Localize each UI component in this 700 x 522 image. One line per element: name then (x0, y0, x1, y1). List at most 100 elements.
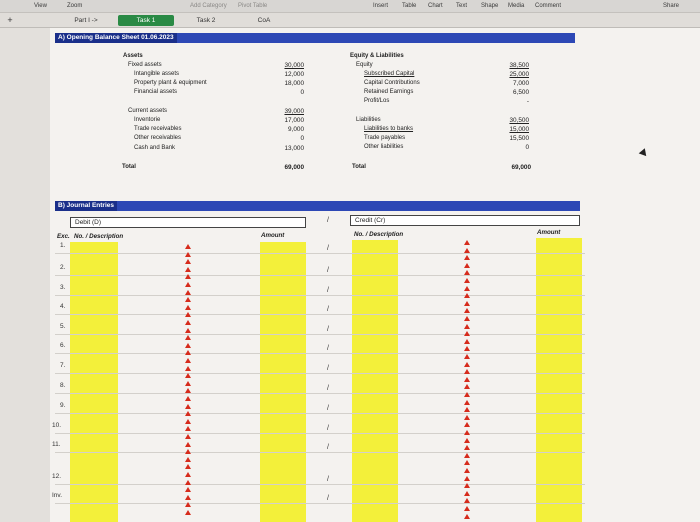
dropdown-arrow-icon[interactable] (464, 354, 470, 359)
dropdown-arrow-icon[interactable] (185, 494, 191, 500)
dropdown-arrow-icon[interactable] (464, 369, 470, 375)
toolbar: View Zoom Add Category Pivot Table Inser… (0, 0, 700, 13)
dropdown-arrow-icon[interactable] (464, 452, 470, 458)
dropdown-arrow-icon[interactable] (464, 323, 470, 329)
dropdown-arrow-icon[interactable] (464, 278, 470, 283)
dropdown-arrow-icon[interactable] (185, 411, 191, 417)
dropdown-arrow-icon[interactable] (464, 293, 470, 299)
toolbar-add-category[interactable]: Add Category (190, 3, 227, 9)
toolbar-text[interactable]: Text (456, 3, 467, 9)
dropdown-arrow-icon[interactable] (185, 274, 191, 280)
dropdown-arrow-icon[interactable] (464, 270, 470, 276)
dropdown-arrow-icon[interactable] (464, 308, 470, 314)
dropdown-arrow-icon[interactable] (185, 449, 191, 455)
dropdown-arrow-icon[interactable] (185, 396, 191, 401)
dropdown-arrow-icon[interactable] (464, 384, 470, 390)
dropdown-arrow-icon[interactable] (185, 327, 191, 333)
dropdown-arrow-icon[interactable] (185, 434, 191, 439)
dropdown-arrow-icon[interactable] (464, 300, 470, 306)
tab-coa[interactable]: CoA (244, 15, 284, 26)
dropdown-arrow-icon[interactable] (185, 388, 191, 394)
dropdown-arrow-icon[interactable] (464, 255, 470, 261)
journal-row-number: 4. (60, 303, 66, 310)
dropdown-arrow-icon[interactable] (185, 441, 191, 447)
dropdown-arrow-icon[interactable] (185, 342, 191, 348)
dropdown-arrow-icon[interactable] (464, 247, 470, 253)
dropdown-arrow-icon[interactable] (464, 414, 470, 420)
dropdown-arrow-icon[interactable] (185, 502, 191, 508)
dropdown-arrow-icon[interactable] (464, 475, 470, 481)
dropdown-arrow-icon[interactable] (185, 358, 191, 363)
dropdown-arrow-icon[interactable] (464, 483, 470, 489)
dropdown-arrow-icon[interactable] (185, 380, 191, 386)
tab-task-2[interactable]: Task 2 (186, 15, 226, 26)
dropdown-arrow-icon[interactable] (185, 266, 191, 272)
dropdown-arrow-icon[interactable] (185, 251, 191, 257)
dropdown-arrow-icon[interactable] (464, 407, 470, 413)
dropdown-arrow-icon[interactable] (185, 244, 191, 249)
dropdown-arrow-icon[interactable] (464, 490, 470, 496)
debit-amount-input-column[interactable] (260, 242, 306, 522)
dropdown-arrow-icon[interactable] (185, 472, 191, 477)
dropdown-arrow-icon[interactable] (185, 426, 191, 432)
toolbar-insert[interactable]: Insert (373, 3, 388, 9)
dropdown-arrow-icon[interactable] (185, 418, 191, 424)
dropdown-arrow-icon[interactable] (464, 498, 470, 504)
toolbar-pivot-table[interactable]: Pivot Table (238, 3, 267, 9)
toolbar-shape[interactable]: Shape (481, 3, 498, 9)
dropdown-arrow-icon[interactable] (464, 430, 470, 435)
dropdown-arrow-icon[interactable] (464, 445, 470, 451)
tab-task-1[interactable]: Task 1 (118, 15, 174, 26)
dropdown-arrow-icon[interactable] (464, 422, 470, 428)
toolbar-zoom[interactable]: Zoom (67, 3, 82, 9)
dropdown-arrow-icon[interactable] (464, 399, 470, 405)
credit-description-input-column[interactable] (352, 240, 398, 522)
toolbar-media[interactable]: Media (508, 3, 524, 9)
fixed-assets-value: 30,000 (284, 62, 304, 69)
dropdown-arrow-icon[interactable] (464, 506, 470, 511)
credit-amount-header: Amount (537, 229, 561, 236)
dropdown-arrow-icon[interactable] (464, 285, 470, 291)
total-right-label: Total (352, 164, 366, 170)
dropdown-arrow-icon[interactable] (185, 320, 191, 325)
dropdown-arrow-icon[interactable] (464, 437, 470, 443)
dropdown-arrow-icon[interactable] (185, 479, 191, 485)
toolbar-share[interactable]: Share (663, 3, 679, 9)
toolbar-table[interactable]: Table (402, 3, 416, 9)
toolbar-comment[interactable]: Comment (535, 3, 561, 9)
dropdown-arrow-icon[interactable] (185, 464, 191, 470)
dropdown-arrow-icon[interactable] (185, 350, 191, 356)
dropdown-arrow-icon[interactable] (464, 338, 470, 344)
dropdown-arrow-icon[interactable] (185, 304, 191, 310)
dropdown-arrow-icon[interactable] (464, 376, 470, 382)
dropdown-arrow-icon[interactable] (185, 365, 191, 371)
journal-row-slash: / (327, 345, 329, 352)
dropdown-arrow-icon[interactable] (464, 262, 470, 268)
dropdown-arrow-icon[interactable] (185, 456, 191, 462)
dropdown-arrow-icon[interactable] (185, 312, 191, 318)
dropdown-arrow-icon[interactable] (464, 468, 470, 473)
dropdown-arrow-icon[interactable] (464, 513, 470, 519)
dropdown-arrow-icon[interactable] (185, 335, 191, 341)
toolbar-chart[interactable]: Chart (428, 3, 443, 9)
debit-description-input-column[interactable] (70, 242, 118, 522)
dropdown-arrow-icon[interactable] (185, 259, 191, 265)
dropdown-arrow-icon[interactable] (464, 331, 470, 337)
credit-amount-input-column[interactable] (536, 238, 582, 522)
tab-part-i[interactable]: Part I -> (66, 15, 106, 26)
dropdown-arrow-icon[interactable] (464, 460, 470, 466)
dropdown-arrow-icon[interactable] (464, 240, 470, 245)
dropdown-arrow-icon[interactable] (464, 392, 470, 397)
dropdown-arrow-icon[interactable] (464, 316, 470, 321)
dropdown-arrow-icon[interactable] (464, 346, 470, 352)
dropdown-arrow-icon[interactable] (185, 282, 191, 287)
dropdown-arrow-icon[interactable] (185, 289, 191, 295)
toolbar-view[interactable]: View (34, 3, 47, 9)
add-sheet-icon[interactable]: + (4, 15, 16, 26)
dropdown-arrow-icon[interactable] (464, 361, 470, 367)
dropdown-arrow-icon[interactable] (185, 487, 191, 493)
dropdown-arrow-icon[interactable] (185, 510, 191, 515)
dropdown-arrow-icon[interactable] (185, 373, 191, 379)
dropdown-arrow-icon[interactable] (185, 403, 191, 409)
dropdown-arrow-icon[interactable] (185, 297, 191, 303)
